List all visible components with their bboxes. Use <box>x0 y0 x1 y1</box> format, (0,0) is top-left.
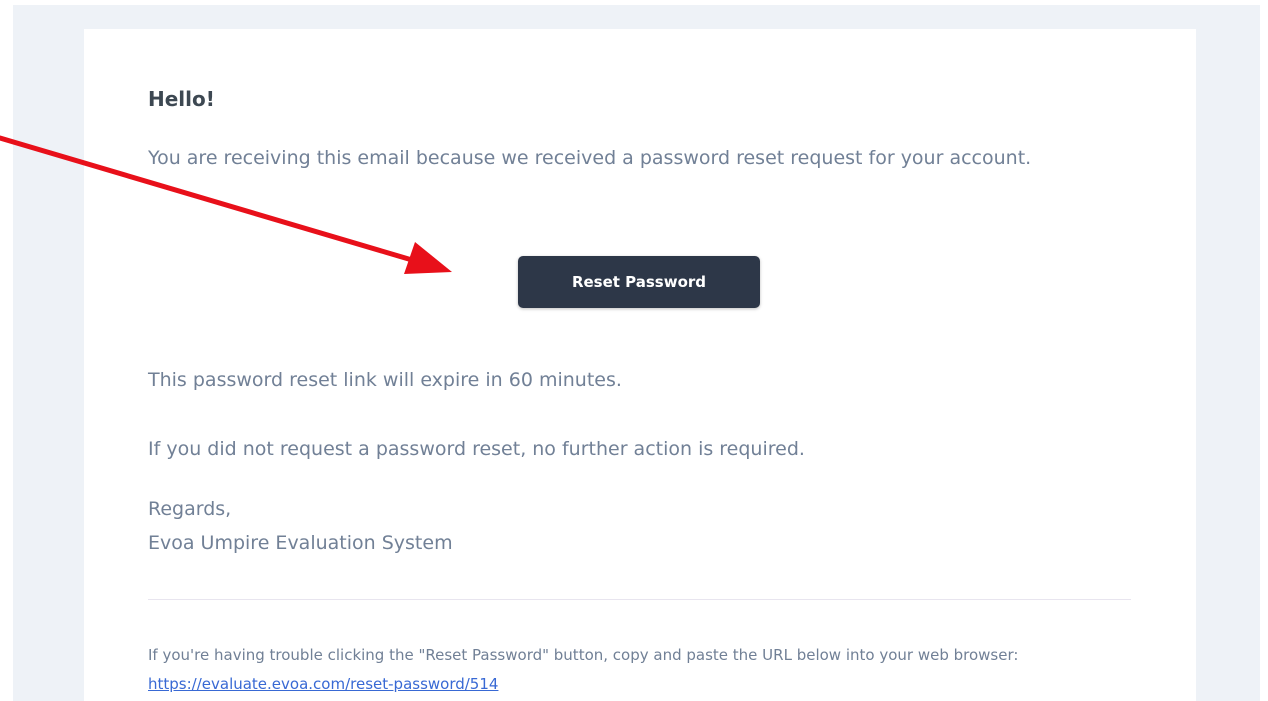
email-divider <box>148 599 1131 600</box>
reset-password-button[interactable]: Reset Password <box>518 256 760 308</box>
subcopy-text: If you're having trouble clicking the "R… <box>148 641 1148 699</box>
no-action-notice: If you did not request a password reset,… <box>148 438 805 460</box>
signature-text: Evoa Umpire Evaluation System <box>148 532 453 554</box>
subcopy-instructions: If you're having trouble clicking the "R… <box>148 646 1019 664</box>
email-intro-text: You are receiving this email because we … <box>148 147 1032 169</box>
reset-url-link[interactable]: https://evaluate.evoa.com/reset-password… <box>148 675 498 693</box>
email-greeting: Hello! <box>148 87 215 111</box>
regards-text: Regards, <box>148 498 232 520</box>
email-card: Hello! You are receiving this email beca… <box>84 29 1196 701</box>
expire-notice: This password reset link will expire in … <box>148 369 622 391</box>
